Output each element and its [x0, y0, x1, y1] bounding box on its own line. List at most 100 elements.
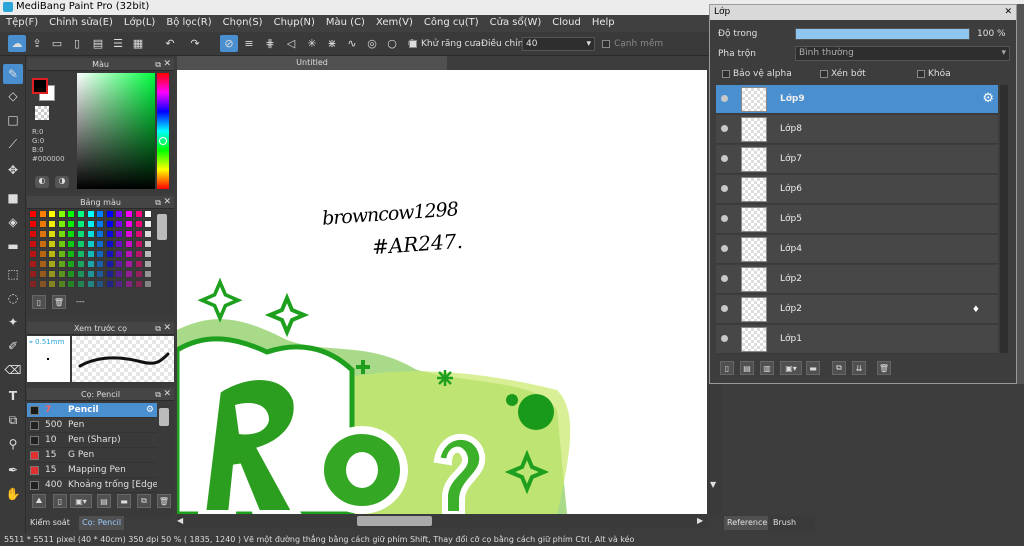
palette-swatches[interactable] — [29, 210, 155, 292]
palette-swatch[interactable] — [57, 210, 66, 218]
tab-brush-control[interactable]: Kiểm soát cọ — [27, 516, 77, 541]
select-tool-icon[interactable]: ⬚ — [3, 264, 23, 284]
menu-tools[interactable]: Công cụ(T) — [418, 15, 484, 28]
palette-swatch[interactable] — [77, 210, 85, 218]
popout-icon[interactable]: ⧉ — [155, 196, 161, 209]
eye-icon[interactable] — [721, 275, 728, 282]
menu-view[interactable]: Xem(V) — [370, 15, 418, 28]
layer-row[interactable]: Lớp6 — [716, 175, 998, 204]
lock-checkbox[interactable]: Khóa — [917, 69, 951, 79]
palette-swatch[interactable] — [105, 210, 114, 218]
layer-row[interactable]: Lớp5 — [716, 205, 998, 234]
palette-swatch[interactable] — [96, 210, 105, 218]
palette-swatch[interactable] — [77, 220, 85, 228]
palette-swatch[interactable] — [29, 270, 37, 278]
palette-swatch[interactable] — [86, 220, 95, 228]
transparent-color[interactable] — [35, 106, 49, 120]
new-brush-icon[interactable]: ▯ — [53, 494, 67, 508]
palette-swatch[interactable] — [38, 260, 47, 268]
palette-swatch[interactable] — [29, 250, 37, 258]
palette-swatch[interactable] — [67, 240, 76, 248]
palette-swatch[interactable] — [144, 220, 153, 228]
drawing-canvas[interactable]: browncow1298 #AR247. — [177, 70, 707, 514]
palette-swatch[interactable] — [77, 240, 85, 248]
scroll-right-icon[interactable]: ▶ — [697, 516, 707, 526]
layer-row[interactable]: Lớp2 ♦ — [716, 295, 998, 324]
palette-swatch[interactable] — [67, 280, 76, 288]
comment-icon[interactable]: ▭ — [48, 35, 66, 52]
palette-swatch[interactable] — [57, 280, 66, 288]
palette-swatch[interactable] — [86, 210, 95, 218]
palette-icon[interactable]: ◐ — [35, 176, 49, 188]
curve-snap-icon[interactable]: ∿ — [343, 35, 361, 52]
trash-icon[interactable]: 🗑 — [877, 361, 891, 375]
layer-row[interactable]: Lớp1 — [716, 325, 998, 354]
menu-cloud[interactable]: Cloud — [546, 15, 586, 28]
layer-row[interactable]: Lớp4 — [716, 235, 998, 264]
palette-swatch[interactable] — [67, 270, 76, 278]
cross-snap-icon[interactable]: ⋕ — [261, 35, 279, 52]
new-8bit-layer-icon[interactable]: ▥ — [760, 361, 774, 375]
palette-swatch[interactable] — [115, 260, 124, 268]
close-icon[interactable]: ✕ — [163, 388, 171, 401]
palette-swatch[interactable] — [115, 250, 124, 258]
menu-layer[interactable]: Lớp(L) — [118, 15, 160, 28]
close-icon[interactable]: ✕ — [1004, 5, 1012, 20]
popout-icon[interactable]: ⧉ — [155, 58, 161, 71]
eyedropper-tool-icon[interactable]: ⚲ — [3, 434, 23, 454]
palette-swatch[interactable] — [105, 240, 114, 248]
palette-swatch[interactable] — [125, 230, 133, 238]
palette-swatch[interactable] — [48, 240, 57, 248]
palette-swatch[interactable] — [134, 250, 143, 258]
trash-icon[interactable]: 🗑 — [157, 494, 171, 508]
palette-swatch[interactable] — [86, 270, 95, 278]
circle-snap-icon[interactable]: ◎ — [363, 35, 381, 52]
brush-tool-icon[interactable]: ✎ — [3, 64, 23, 84]
settings-icon[interactable]: ▦ — [129, 35, 147, 52]
new-layer-icon[interactable]: ▯ — [720, 361, 734, 375]
palette-swatch[interactable] — [38, 250, 47, 258]
divide-tool-icon[interactable]: ⧉ — [3, 410, 23, 430]
palette-swatch[interactable] — [57, 250, 66, 258]
palette-swatch[interactable] — [57, 260, 66, 268]
magic-wand-tool-icon[interactable]: ✦ — [3, 312, 23, 332]
gear-icon[interactable]: ⚙ — [982, 91, 994, 106]
brush-item-mapping-pen[interactable]: 15 Mapping Pen — [27, 463, 157, 478]
layer-row[interactable]: Lớp7 — [716, 145, 998, 174]
palette-swatch[interactable] — [105, 280, 114, 288]
palette-swatch[interactable] — [48, 280, 57, 288]
line-tool-icon[interactable]: ⟋ — [3, 134, 23, 154]
select-eraser-tool-icon[interactable]: ⌫ — [3, 360, 23, 380]
horizontal-scrollbar[interactable]: ◀ ▶ — [177, 514, 707, 528]
adjust-dropdown[interactable]: 40 ▾ — [522, 37, 595, 51]
save-icon[interactable]: ▤ — [89, 35, 107, 52]
list-icon[interactable]: ☰ — [109, 35, 127, 52]
duplicate-layer-icon[interactable]: ⧉ — [832, 361, 846, 375]
new-palette-icon[interactable]: ▯ — [32, 295, 46, 309]
pen-tool-icon[interactable]: ✒ — [3, 460, 23, 480]
antialias-checkbox[interactable] — [409, 39, 420, 49]
palette-swatch[interactable] — [105, 250, 114, 258]
tab-reference[interactable]: Reference — [724, 516, 768, 530]
palette-swatch[interactable] — [134, 210, 143, 218]
brush-item-edge[interactable]: 400 Khoảng trống [Edge ] — [27, 478, 157, 493]
clipping-checkbox[interactable]: Xén bớt — [820, 69, 866, 79]
palette-swatch[interactable] — [115, 210, 124, 218]
palette-swatch[interactable] — [86, 230, 95, 238]
hand-tool-icon[interactable]: ✋ — [3, 484, 23, 504]
palette-swatch[interactable] — [86, 260, 95, 268]
palette-swatch[interactable] — [115, 230, 124, 238]
parallel-snap-icon[interactable]: ≡ — [240, 35, 258, 52]
trash-icon[interactable]: 🗑 — [52, 295, 66, 309]
move-tool-icon[interactable]: ✥ — [3, 160, 23, 180]
palette-swatch[interactable] — [77, 270, 85, 278]
palette-swatch[interactable] — [144, 270, 153, 278]
copy-icon[interactable]: ⧉ — [137, 494, 151, 508]
palette-swatch[interactable] — [125, 280, 133, 288]
palette-swatch[interactable] — [115, 220, 124, 228]
palette-swatch[interactable] — [96, 220, 105, 228]
brush-file-icon[interactable]: ▤ — [97, 494, 111, 508]
palette-swatch[interactable] — [96, 240, 105, 248]
palette-swatch[interactable] — [77, 230, 85, 238]
eye-icon[interactable] — [721, 155, 728, 162]
